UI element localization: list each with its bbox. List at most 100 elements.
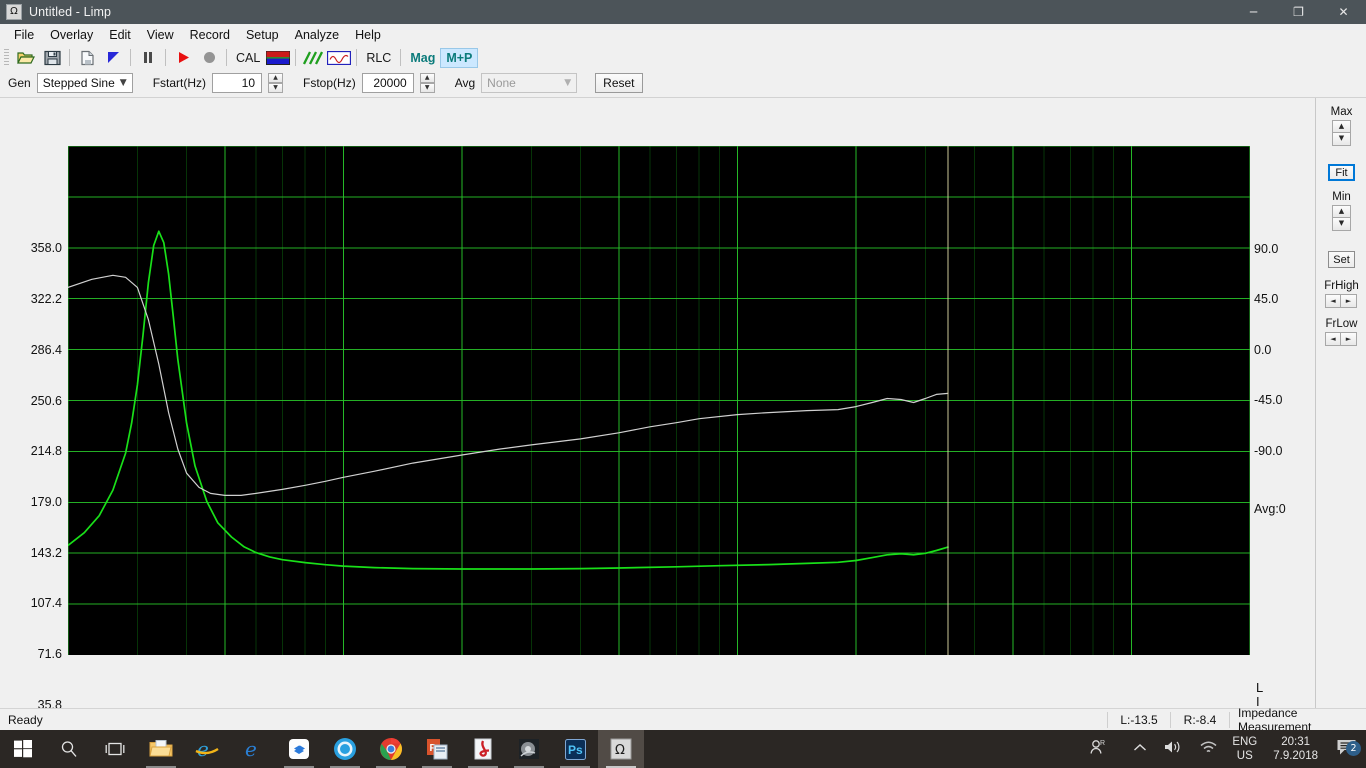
limp-taskbar-button[interactable]: Ω — [598, 730, 644, 768]
notifications-button[interactable]: 2 — [1328, 738, 1366, 760]
set-button[interactable]: Set — [1328, 251, 1355, 268]
svg-text:e: e — [197, 738, 209, 760]
chrome-button[interactable] — [368, 730, 414, 768]
frlow-stepper-right[interactable]: ► — [1341, 332, 1357, 346]
waveform-button[interactable] — [327, 47, 352, 68]
pause-button[interactable] — [136, 47, 160, 68]
min-stepper-up[interactable]: ▲ — [1332, 205, 1351, 218]
frlow-stepper-left[interactable]: ◄ — [1325, 332, 1341, 346]
svg-text:e: e — [245, 738, 257, 760]
audio-app-button[interactable] — [506, 730, 552, 768]
system-tray: R ENG US 20:31 7.9.2018 2 — [1081, 730, 1366, 768]
fstop-input[interactable]: 20000 — [361, 73, 414, 93]
mag-button[interactable]: Mag — [405, 49, 440, 67]
max-stepper-down[interactable]: ▼ — [1332, 133, 1351, 146]
internet-explorer-icon: e — [195, 738, 219, 760]
file-explorer-button[interactable] — [138, 730, 184, 768]
fstop-label: Fstop(Hz) — [303, 76, 356, 90]
language-indicator[interactable]: ENG US — [1226, 735, 1263, 763]
fstart-stepper-up[interactable]: ▲ — [268, 73, 284, 83]
toolbar-grip[interactable] — [4, 48, 9, 67]
search-button[interactable] — [46, 730, 92, 768]
wifi-icon[interactable] — [1191, 739, 1226, 759]
new-file-button[interactable] — [75, 47, 99, 68]
phase-tick-label: -45.0 — [1254, 393, 1283, 407]
close-button[interactable]: ✕ — [1321, 0, 1366, 24]
plot-area[interactable] — [68, 146, 1250, 655]
fstart-stepper-down[interactable]: ▼ — [268, 83, 284, 93]
fstart-input[interactable]: 10 — [212, 73, 263, 93]
min-stepper[interactable]: ▲ ▼ — [1332, 205, 1351, 231]
open-button[interactable] — [14, 47, 38, 68]
edge-button[interactable]: e — [230, 730, 276, 768]
task-view-button[interactable] — [92, 730, 138, 768]
menu-item-analyze[interactable]: Analyze — [287, 26, 347, 44]
average-count-label: Avg:0 — [1254, 502, 1286, 516]
waveform-icon — [327, 50, 352, 65]
reset-button[interactable]: Reset — [595, 73, 643, 93]
dropbox-button[interactable] — [276, 730, 322, 768]
y-tick-label: 286.4 — [30, 343, 62, 357]
phase-tick-label: 90.0 — [1254, 242, 1279, 256]
hatch-button[interactable] — [301, 47, 325, 68]
y-tick-label: 179.0 — [30, 495, 62, 509]
frhigh-label: FrHigh — [1324, 280, 1359, 292]
frhigh-stepper[interactable]: ◄ ► — [1325, 294, 1358, 308]
menu-item-edit[interactable]: Edit — [101, 26, 139, 44]
toolbar-separator-3 — [165, 49, 166, 66]
status-left-level: L:-13.5 — [1120, 712, 1158, 727]
edge-icon: e — [245, 738, 257, 760]
window-title: Untitled - Limp — [29, 5, 112, 19]
min-stepper-down[interactable]: ▼ — [1332, 218, 1351, 231]
y-tick-label: 71.6 — [37, 647, 62, 661]
hatch-icon — [303, 50, 324, 65]
rlc-button[interactable]: RLC — [361, 49, 396, 67]
gen-label: Gen — [8, 76, 31, 90]
menu-item-overlay[interactable]: Overlay — [42, 26, 101, 44]
calibrate-button[interactable]: CAL — [231, 49, 265, 67]
people-icon[interactable]: R — [1081, 738, 1115, 760]
avg-select[interactable]: None ▼ — [481, 73, 578, 93]
acrobat-reader-button[interactable] — [460, 730, 506, 768]
fstop-stepper-down[interactable]: ▼ — [419, 83, 435, 93]
maximize-button[interactable]: ❐ — [1276, 0, 1321, 24]
flag-button[interactable] — [101, 47, 125, 68]
fstop-stepper[interactable]: ▲ ▼ — [419, 73, 435, 93]
title-bar: Ω Untitled - Limp ─ ❐ ✕ — [0, 0, 1366, 24]
max-stepper[interactable]: ▲ ▼ — [1332, 120, 1351, 146]
volume-icon[interactable] — [1155, 739, 1191, 759]
menu-item-help[interactable]: Help — [347, 26, 389, 44]
fstop-stepper-up[interactable]: ▲ — [419, 73, 435, 83]
start-button[interactable] — [0, 730, 46, 768]
fstart-stepper[interactable]: ▲ ▼ — [268, 73, 284, 93]
save-button[interactable] — [40, 47, 64, 68]
save-icon — [43, 50, 61, 65]
menu-item-record[interactable]: Record — [182, 26, 238, 44]
menu-item-setup[interactable]: Setup — [238, 26, 287, 44]
status-mode: Impedance Measurement — [1238, 705, 1312, 734]
frlow-stepper[interactable]: ◄ ► — [1325, 332, 1358, 346]
menu-item-file[interactable]: File — [6, 26, 42, 44]
new-file-icon — [80, 50, 94, 65]
skype-button[interactable] — [322, 730, 368, 768]
record-button[interactable] — [197, 47, 221, 68]
frhigh-stepper-right[interactable]: ► — [1341, 294, 1357, 308]
max-stepper-up[interactable]: ▲ — [1332, 120, 1351, 133]
minimize-button[interactable]: ─ — [1231, 0, 1276, 24]
frhigh-stepper-left[interactable]: ◄ — [1325, 294, 1341, 308]
show-hidden-icons-button[interactable] — [1115, 742, 1155, 757]
color-bar-button[interactable] — [266, 47, 291, 68]
photoshop-button[interactable]: Ps — [552, 730, 598, 768]
internet-explorer-button[interactable]: e — [184, 730, 230, 768]
chevron-down-icon: ▼ — [564, 78, 572, 88]
powerpoint-button[interactable]: P — [414, 730, 460, 768]
play-button[interactable] — [171, 47, 195, 68]
file-explorer-icon — [149, 740, 173, 757]
y-tick-label: 143.2 — [30, 546, 62, 560]
mag-phase-button[interactable]: M+P — [440, 47, 479, 68]
notification-count-badge: 2 — [1346, 741, 1361, 756]
generator-select[interactable]: Stepped Sine ▼ — [36, 73, 133, 93]
fit-button[interactable]: Fit — [1328, 164, 1355, 181]
menu-item-view[interactable]: View — [139, 26, 182, 44]
clock[interactable]: 20:31 7.9.2018 — [1263, 735, 1328, 763]
